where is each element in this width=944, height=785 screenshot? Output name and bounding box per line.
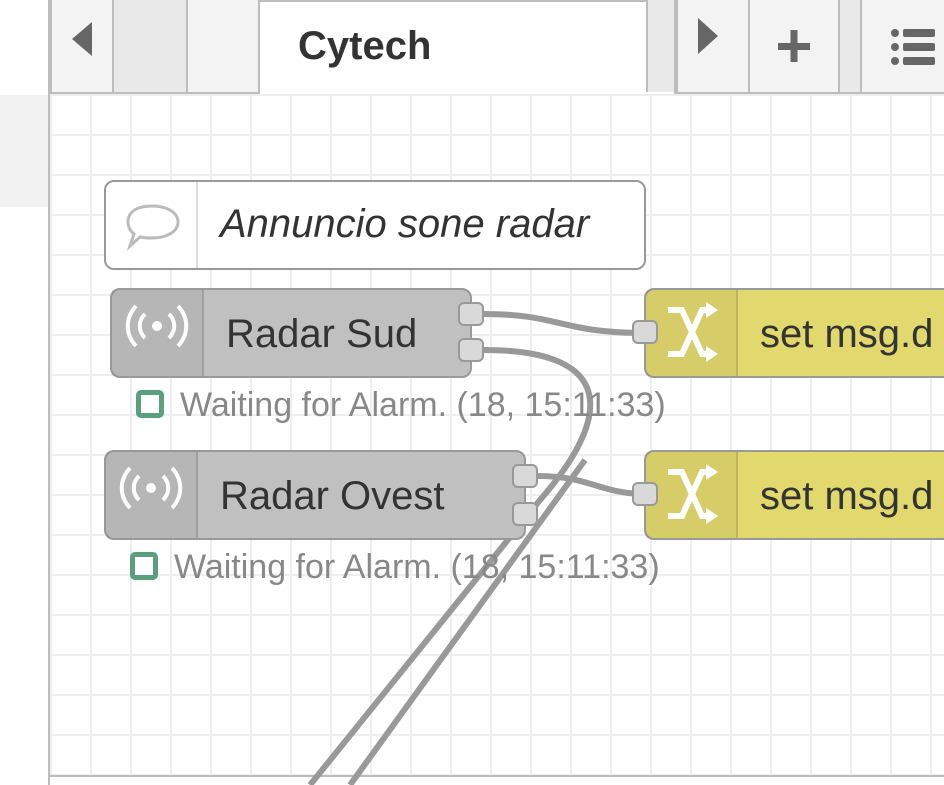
radar-sud-output-port-1[interactable] — [458, 302, 484, 326]
radar-ovest-output-port-1[interactable] — [512, 464, 538, 488]
status-ring-icon — [130, 552, 158, 580]
radar-sud-node[interactable]: Radar Sud — [110, 288, 472, 378]
comment-node[interactable]: Annuncio sone radar — [104, 180, 646, 270]
radio-waves-icon — [125, 304, 189, 348]
radar-sud-status: Waiting for Alarm. (18, 15:11:33) — [180, 386, 666, 424]
wire-sud-to-change[interactable] — [483, 311, 647, 336]
change-node-2-label: set msg.d — [760, 474, 934, 518]
radar-ovest-label: Radar Ovest — [220, 474, 445, 518]
change-node-1-label: set msg.d — [760, 312, 934, 356]
radio-waves-icon — [119, 466, 183, 510]
change-node-2-input-port[interactable] — [632, 482, 658, 506]
change-node-1[interactable]: set msg.d — [644, 288, 944, 378]
change-node-1-icon-area — [646, 290, 738, 376]
radar-sud-icon-area — [112, 290, 204, 376]
change-node-2-icon-area — [646, 452, 738, 538]
comment-icon-area — [106, 182, 198, 268]
comment-label: Annuncio sone radar — [220, 202, 590, 246]
shuffle-icon — [668, 302, 718, 362]
speech-bubble-icon — [126, 204, 180, 251]
radar-ovest-icon-area — [106, 452, 198, 538]
change-node-1-input-port[interactable] — [632, 320, 658, 344]
change-node-2[interactable]: set msg.d — [644, 450, 944, 540]
radar-sud-label: Radar Sud — [226, 312, 418, 356]
radar-ovest-output-port-2[interactable] — [512, 502, 538, 526]
radar-ovest-node[interactable]: Radar Ovest — [104, 450, 526, 540]
shuffle-icon — [668, 464, 718, 524]
radar-sud-output-port-2[interactable] — [458, 338, 484, 362]
radar-ovest-status: Waiting for Alarm. (18, 15:11:33) — [174, 548, 660, 586]
status-ring-icon — [136, 390, 164, 418]
